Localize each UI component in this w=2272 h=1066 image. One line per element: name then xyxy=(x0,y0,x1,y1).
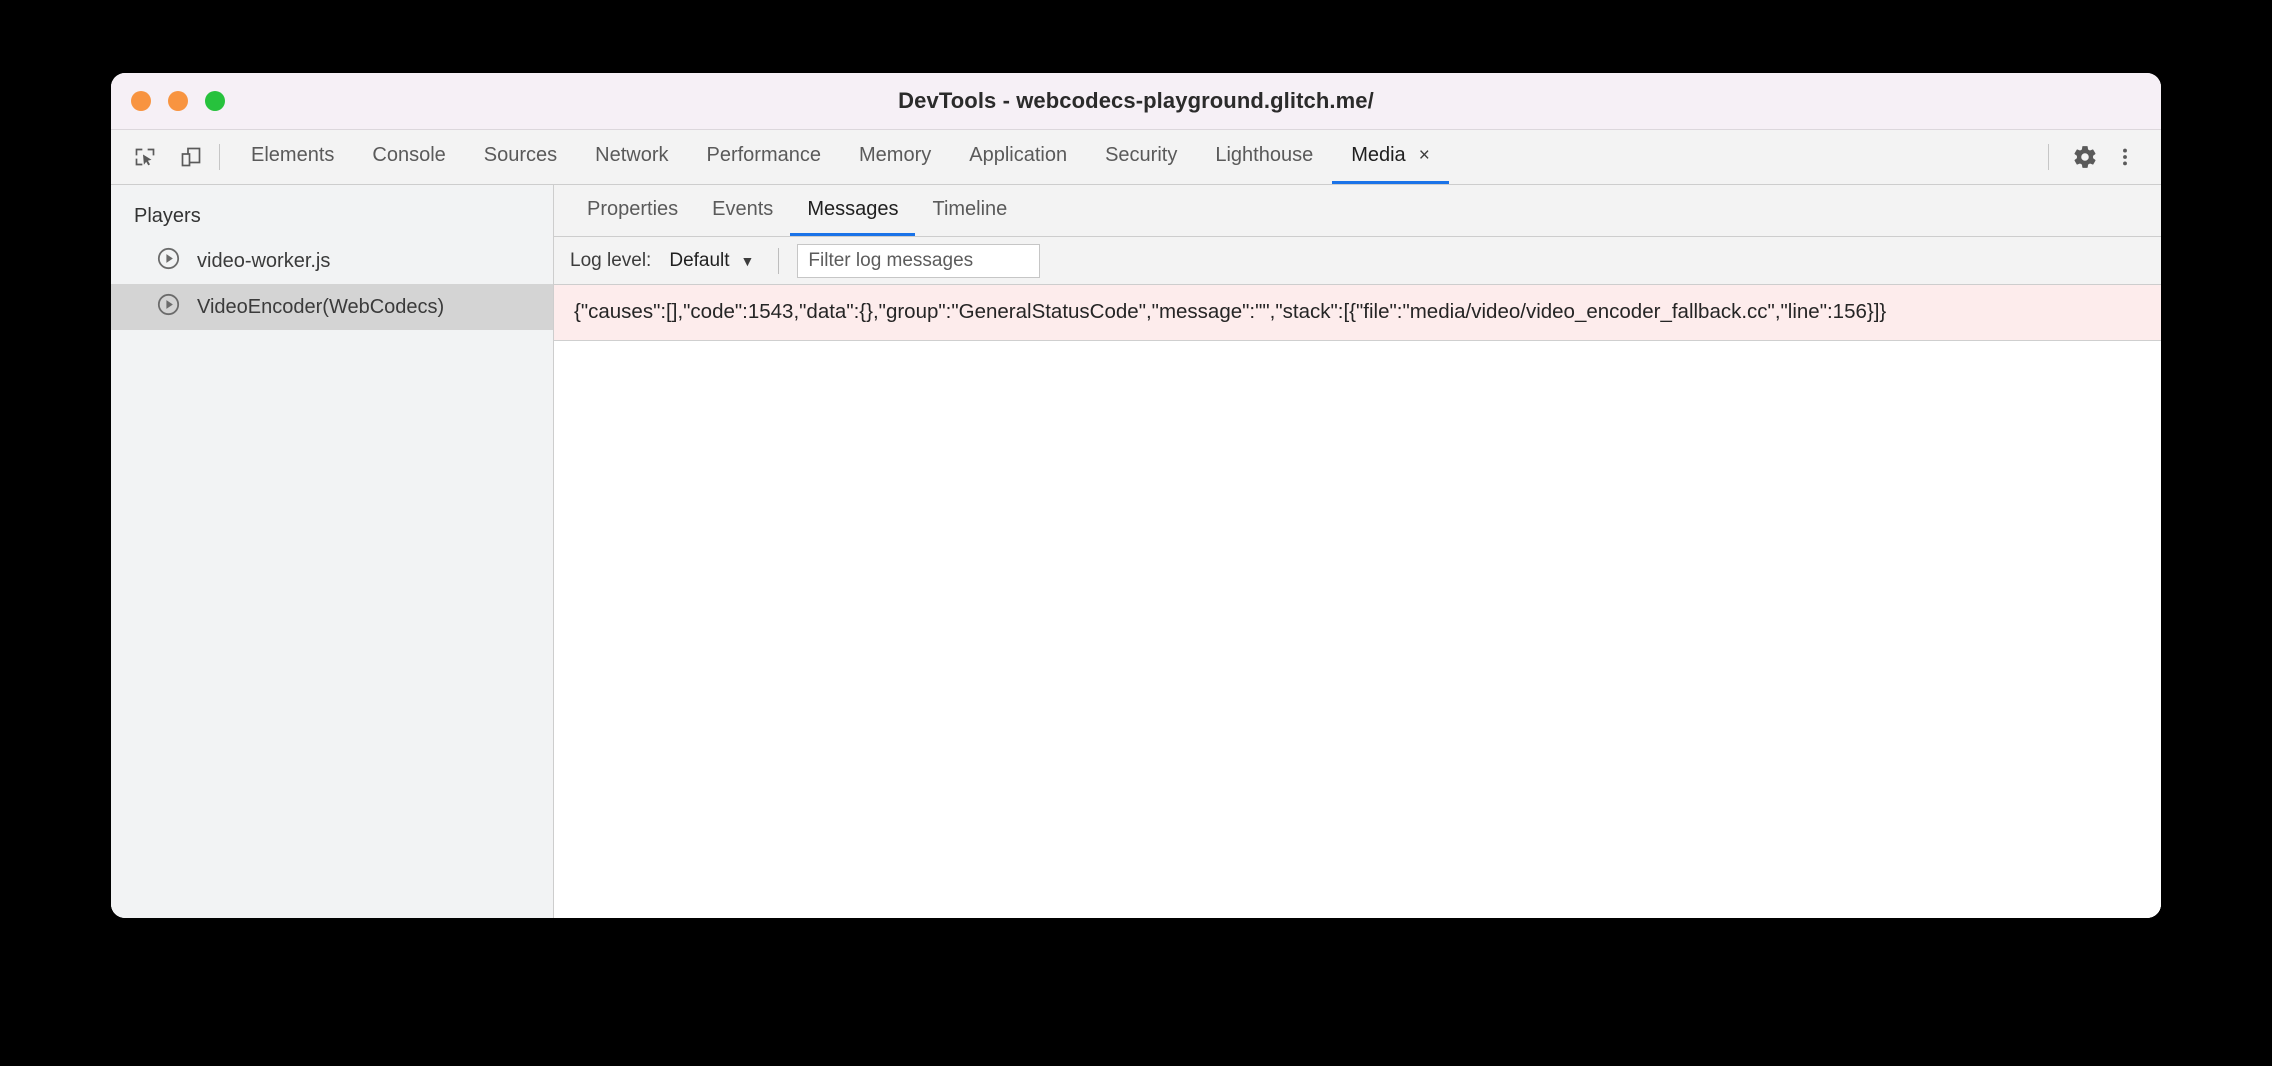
window-titlebar: DevTools - webcodecs-playground.glitch.m… xyxy=(111,73,2161,130)
tab-label: Media xyxy=(1351,144,1406,166)
settings-gear-icon[interactable] xyxy=(2065,137,2105,177)
inspect-element-icon[interactable] xyxy=(127,139,163,175)
subtab-timeline[interactable]: Timeline xyxy=(915,185,1024,236)
tab-network[interactable]: Network xyxy=(576,130,687,184)
filterbar-divider xyxy=(778,247,780,274)
message-row[interactable]: {"causes":[],"code":1543,"data":{},"grou… xyxy=(554,285,2161,341)
tabbar-divider xyxy=(219,144,220,170)
filter-log-messages-input[interactable] xyxy=(797,243,1041,278)
tab-label: Security xyxy=(1105,144,1178,166)
tab-security[interactable]: Security xyxy=(1086,130,1196,184)
play-circle-icon xyxy=(156,292,181,323)
subtab-label: Events xyxy=(712,197,774,220)
tab-label: Performance xyxy=(706,144,822,166)
tab-media[interactable]: Media × xyxy=(1332,130,1449,184)
sidebar-item-video-worker[interactable]: video-worker.js xyxy=(111,238,553,284)
minimize-window-button[interactable] xyxy=(168,91,188,111)
device-toolbar-icon[interactable] xyxy=(173,139,209,175)
tabbar-right-divider xyxy=(2048,144,2049,170)
tab-label: Sources xyxy=(483,144,558,166)
log-level-value: Default xyxy=(669,249,730,271)
tab-performance[interactable]: Performance xyxy=(688,130,841,184)
log-level-label: Log level: xyxy=(570,249,652,271)
media-subtabs: Properties Events Messages Timeline xyxy=(554,185,2161,237)
devtools-main-tabbar: Elements Console Sources Network Perform… xyxy=(111,130,2161,185)
tabbar-right-controls xyxy=(2048,130,2161,184)
tabbar-tool-icons xyxy=(111,130,209,184)
tab-label: Console xyxy=(372,144,446,166)
close-window-button[interactable] xyxy=(131,91,151,111)
subtab-properties[interactable]: Properties xyxy=(570,185,695,236)
sidebar-item-label: VideoEncoder(WebCodecs) xyxy=(197,295,445,318)
devtools-body: Players video-worker.js VideoEncoder(Web… xyxy=(111,185,2161,918)
tab-label: Lighthouse xyxy=(1215,144,1314,166)
main-tabs: Elements Console Sources Network Perform… xyxy=(232,130,1449,184)
tab-elements[interactable]: Elements xyxy=(232,130,353,184)
tab-label: Network xyxy=(595,144,669,166)
subtab-label: Messages xyxy=(807,197,899,220)
tab-label: Memory xyxy=(859,144,932,166)
messages-filter-toolbar: Log level: Default ▼ xyxy=(554,237,2161,285)
messages-list[interactable]: {"causes":[],"code":1543,"data":{},"grou… xyxy=(554,285,2161,918)
chevron-down-icon: ▼ xyxy=(740,252,755,269)
media-panel: Properties Events Messages Timeline Log … xyxy=(554,185,2161,918)
more-options-icon[interactable] xyxy=(2105,137,2145,177)
log-level-dropdown[interactable]: Default ▼ xyxy=(663,247,760,275)
players-header: Players xyxy=(134,205,201,227)
subtab-label: Properties xyxy=(587,197,679,220)
maximize-window-button[interactable] xyxy=(205,91,225,111)
tab-application[interactable]: Application xyxy=(950,130,1086,184)
subtab-messages[interactable]: Messages xyxy=(790,185,916,236)
window-traffic-lights xyxy=(131,73,225,129)
play-circle-icon xyxy=(156,246,181,277)
tab-label: Application xyxy=(969,144,1068,166)
subtab-events[interactable]: Events xyxy=(695,185,790,236)
sidebar-item-label: video-worker.js xyxy=(197,249,331,272)
subtab-label: Timeline xyxy=(932,197,1008,220)
close-tab-icon[interactable]: × xyxy=(1419,146,1430,165)
tab-memory[interactable]: Memory xyxy=(840,130,950,184)
devtools-window: DevTools - webcodecs-playground.glitch.m… xyxy=(111,73,2161,918)
tab-lighthouse[interactable]: Lighthouse xyxy=(1196,130,1332,184)
tab-label: Elements xyxy=(251,144,335,166)
players-sidebar: Players video-worker.js VideoEncoder(Web… xyxy=(111,185,554,918)
message-text: {"causes":[],"code":1543,"data":{},"grou… xyxy=(574,300,1887,323)
window-title: DevTools - webcodecs-playground.glitch.m… xyxy=(898,88,1374,113)
sidebar-item-videoencoder-webcodecs[interactable]: VideoEncoder(WebCodecs) xyxy=(111,284,553,330)
tab-sources[interactable]: Sources xyxy=(465,130,576,184)
tab-console[interactable]: Console xyxy=(353,130,464,184)
